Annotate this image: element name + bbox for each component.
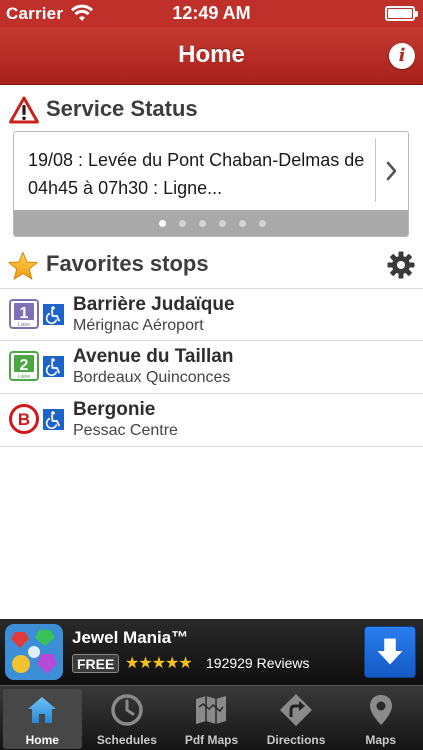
stop-name: Avenue du Taillan <box>73 346 234 367</box>
ad-banner[interactable]: Jewel Mania™ FREE ★★★★★ 192929 Reviews <box>0 619 423 685</box>
line-caption: Liane <box>18 322 30 328</box>
stop-name: Barrière Judaïque <box>73 294 235 315</box>
page-dot[interactable] <box>158 219 166 227</box>
page-dot[interactable] <box>198 219 206 227</box>
service-status-header: Service Status <box>0 90 423 130</box>
folded-map-icon <box>196 696 227 724</box>
download-arrow-icon <box>377 638 403 665</box>
page-dot[interactable] <box>218 219 226 227</box>
warning-icon <box>9 96 39 124</box>
line-number: 1 <box>20 305 29 322</box>
stop-destination: Pessac Centre <box>73 422 178 439</box>
stop-name: Bergonie <box>73 399 156 420</box>
favorites-title: Favorites stops <box>46 251 209 276</box>
line-caption: Liane <box>18 374 30 380</box>
stop-destination: Bordeaux Quinconces <box>73 369 231 386</box>
page-dot[interactable] <box>258 219 266 227</box>
tab-directions[interactable]: Directions <box>254 686 339 750</box>
status-time: 12:49 AM <box>172 3 251 23</box>
page-dot[interactable] <box>238 219 246 227</box>
line-number: B <box>18 410 30 429</box>
rating-stars: ★★★★★ <box>125 655 193 672</box>
wheelchair-icon <box>43 356 64 377</box>
favorite-stop-row[interactable]: B Bergonie Pessac Centre <box>0 394 423 447</box>
favorites-header: Favorites stops <box>0 245 423 285</box>
favorites-list: 1 Liane Barrière Judaïque Mérignac Aérop… <box>0 288 423 447</box>
navigation-bar: Home i <box>0 27 423 85</box>
map-pin-icon <box>369 695 392 725</box>
tab-label: Pdf Maps <box>184 733 239 747</box>
service-status-title: Service Status <box>46 96 198 121</box>
tab-pdf-maps[interactable]: Pdf Maps <box>169 686 254 750</box>
favorite-stop-row[interactable]: 2 Liane Avenue du Taillan Bordeaux Quinc… <box>0 341 423 394</box>
favorite-stop-row[interactable]: 1 Liane Barrière Judaïque Mérignac Aérop… <box>0 288 423 341</box>
card-divider <box>375 138 376 202</box>
line-2-badge-icon: 2 Liane <box>9 351 39 381</box>
service-message[interactable]: 19/08 : Levée du Pont Chaban-Delmas de 0… <box>28 146 368 202</box>
line-number: 2 <box>20 357 29 374</box>
tab-bar: Home Schedules Pdf Maps Directions Maps <box>0 685 423 750</box>
tab-label: Schedules <box>96 733 157 747</box>
tab-schedules[interactable]: Schedules <box>85 686 170 750</box>
chevron-right-icon[interactable] <box>384 158 400 184</box>
tab-home[interactable]: Home <box>0 686 85 750</box>
review-count: 192929 Reviews <box>206 655 310 671</box>
tab-label: Directions <box>266 733 326 747</box>
wheelchair-icon <box>43 409 64 430</box>
tram-b-badge-icon: B <box>9 404 39 434</box>
game-app-icon <box>5 624 63 680</box>
stop-destination: Mérignac Aéroport <box>73 317 204 334</box>
gear-icon[interactable] <box>387 251 415 279</box>
service-status-card[interactable]: 19/08 : Levée du Pont Chaban-Delmas de 0… <box>13 131 409 237</box>
info-icon: i <box>398 45 406 66</box>
page-indicator[interactable] <box>14 210 408 236</box>
battery-icon <box>385 6 418 21</box>
status-bar: Carrier 12:49 AM <box>0 0 423 27</box>
free-badge: FREE <box>72 654 120 673</box>
star-icon <box>8 251 38 281</box>
tab-maps[interactable]: Maps <box>338 686 423 750</box>
info-button[interactable]: i <box>389 43 415 69</box>
ad-title: Jewel Mania™ <box>72 628 189 647</box>
clock-icon <box>111 694 143 726</box>
tab-label: Maps <box>365 733 397 747</box>
tab-label: Home <box>25 733 59 747</box>
download-button[interactable] <box>364 626 416 678</box>
page-dot[interactable] <box>178 219 186 227</box>
line-1-badge-icon: 1 Liane <box>9 299 39 329</box>
home-icon <box>28 697 57 723</box>
wheelchair-icon <box>43 304 64 325</box>
page-title: Home <box>178 41 245 68</box>
directions-sign-icon <box>280 694 313 726</box>
